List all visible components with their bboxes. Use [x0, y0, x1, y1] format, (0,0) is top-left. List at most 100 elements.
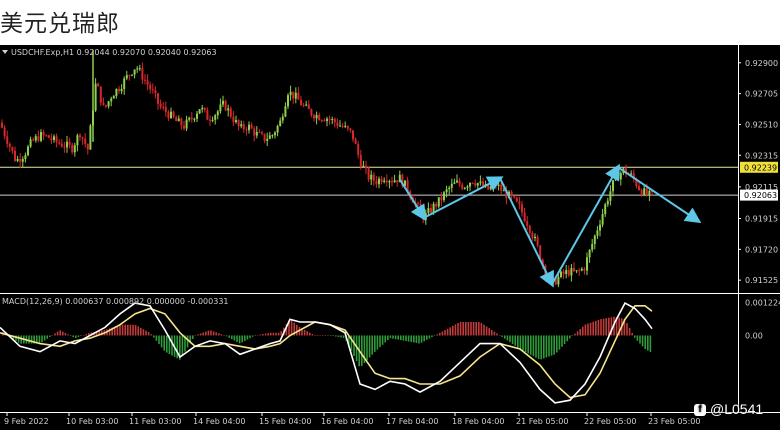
price-tick-label: 0.92900 [745, 59, 778, 68]
candle-body [45, 135, 48, 137]
macd-histogram-bar [51, 335, 54, 336]
candle-body [518, 201, 521, 205]
candle-body [557, 277, 560, 285]
macd-histogram-bar [56, 331, 59, 336]
macd-histogram-bar [376, 335, 379, 350]
candle-body [112, 96, 115, 99]
macd-histogram-bar [647, 335, 649, 351]
macd-histogram-bar [493, 331, 496, 336]
macd-histogram-bar [319, 335, 321, 336]
macd-histogram-bar [223, 335, 225, 336]
candle-body [162, 107, 165, 109]
macd-histogram-bar [582, 326, 584, 336]
candle-body [183, 125, 185, 129]
macd-histogram-bar [394, 335, 397, 340]
macd-histogram-bar [153, 335, 155, 338]
candle-body [344, 125, 347, 127]
macd-histogram-bar [17, 335, 20, 343]
macd-histogram-bar [524, 335, 527, 352]
candle-body [534, 236, 536, 239]
candle-body [643, 188, 646, 196]
chart-area[interactable]: USDCHF.Exp,H1 0.92044 0.92070 0.92040 0.… [0, 45, 780, 430]
price-tick-label: 0.91915 [745, 215, 778, 224]
candle-body [606, 200, 609, 205]
macd-histogram-bar [498, 335, 501, 336]
macd-histogram-bar [267, 333, 269, 336]
candle-body [263, 133, 266, 141]
macd-histogram-bar [530, 335, 532, 355]
candle-body [245, 129, 248, 131]
macd-histogram-bar [43, 335, 46, 341]
candle-body [250, 124, 253, 129]
candle-body [349, 128, 352, 131]
macd-histogram-bar [158, 335, 160, 345]
candle-body [474, 183, 477, 186]
macd-histogram-bar [548, 335, 550, 357]
macd-histogram-bar [569, 335, 571, 339]
candle-body [125, 75, 128, 79]
candle-body [437, 197, 440, 207]
time-tick-label: 17 Feb 04:00 [386, 417, 438, 426]
macd-histogram-bar [62, 331, 64, 336]
candle-body [289, 91, 292, 96]
macd-histogram-bar [433, 335, 436, 336]
candle-body [248, 124, 250, 131]
macd-histogram-bar [405, 335, 407, 342]
candle-body [510, 191, 513, 196]
macd-histogram-bar [171, 335, 173, 356]
candle-body [562, 271, 565, 274]
candle-body [8, 143, 11, 147]
candle-body [203, 107, 206, 110]
candle-body [354, 139, 357, 144]
candle-body [497, 184, 500, 186]
macd-histogram-bar [527, 335, 529, 354]
candle-body [359, 154, 362, 167]
candle-body [596, 230, 599, 236]
macd-histogram-bar [129, 324, 132, 336]
candle-body [313, 115, 315, 119]
candle-body [300, 99, 302, 106]
macd-histogram-bar [225, 335, 228, 337]
macd-histogram-bar [277, 332, 280, 336]
candle-body [440, 197, 443, 201]
macd-histogram-bar [439, 332, 441, 336]
macd-histogram-bar [244, 335, 246, 341]
candle-body [11, 146, 14, 151]
macd-histogram-bar [550, 335, 553, 356]
candle-body [222, 100, 224, 105]
candle-body [599, 224, 601, 231]
candle-body [118, 88, 120, 92]
macd-histogram-bar [212, 331, 215, 336]
candle-body [588, 249, 591, 258]
candle-body [326, 118, 328, 122]
candle-body [209, 119, 211, 121]
candle-body [271, 135, 274, 137]
macd-histogram-bar [511, 335, 514, 344]
macd-histogram-bar [641, 335, 644, 347]
candle-body [453, 182, 456, 184]
candle-body [190, 117, 193, 120]
macd-histogram-bar [602, 318, 605, 336]
candle-body [328, 118, 331, 120]
candle-body [255, 132, 258, 136]
candle-body [638, 186, 640, 190]
macd-histogram-bar [387, 335, 389, 341]
macd-histogram-bar [561, 335, 563, 347]
candle-body [154, 90, 157, 94]
candle-body [19, 158, 22, 162]
macd-histogram-bar [329, 335, 332, 336]
macd-histogram-bar [496, 333, 498, 336]
macd-histogram-bar [491, 329, 493, 336]
macd-histogram-bar [272, 332, 275, 336]
candle-body [146, 80, 149, 85]
candle-body [645, 188, 648, 195]
macd-histogram-bar [119, 324, 121, 336]
candle-body [560, 271, 562, 278]
candle-body [266, 138, 269, 141]
candle-body [128, 75, 131, 77]
candle-body [279, 120, 282, 127]
macd-histogram-bar [483, 324, 485, 336]
candle-body [469, 182, 471, 187]
macd-histogram-bar [379, 335, 381, 348]
price-chart[interactable]: USDCHF.Exp,H1 0.92044 0.92070 0.92040 0.… [0, 45, 780, 430]
